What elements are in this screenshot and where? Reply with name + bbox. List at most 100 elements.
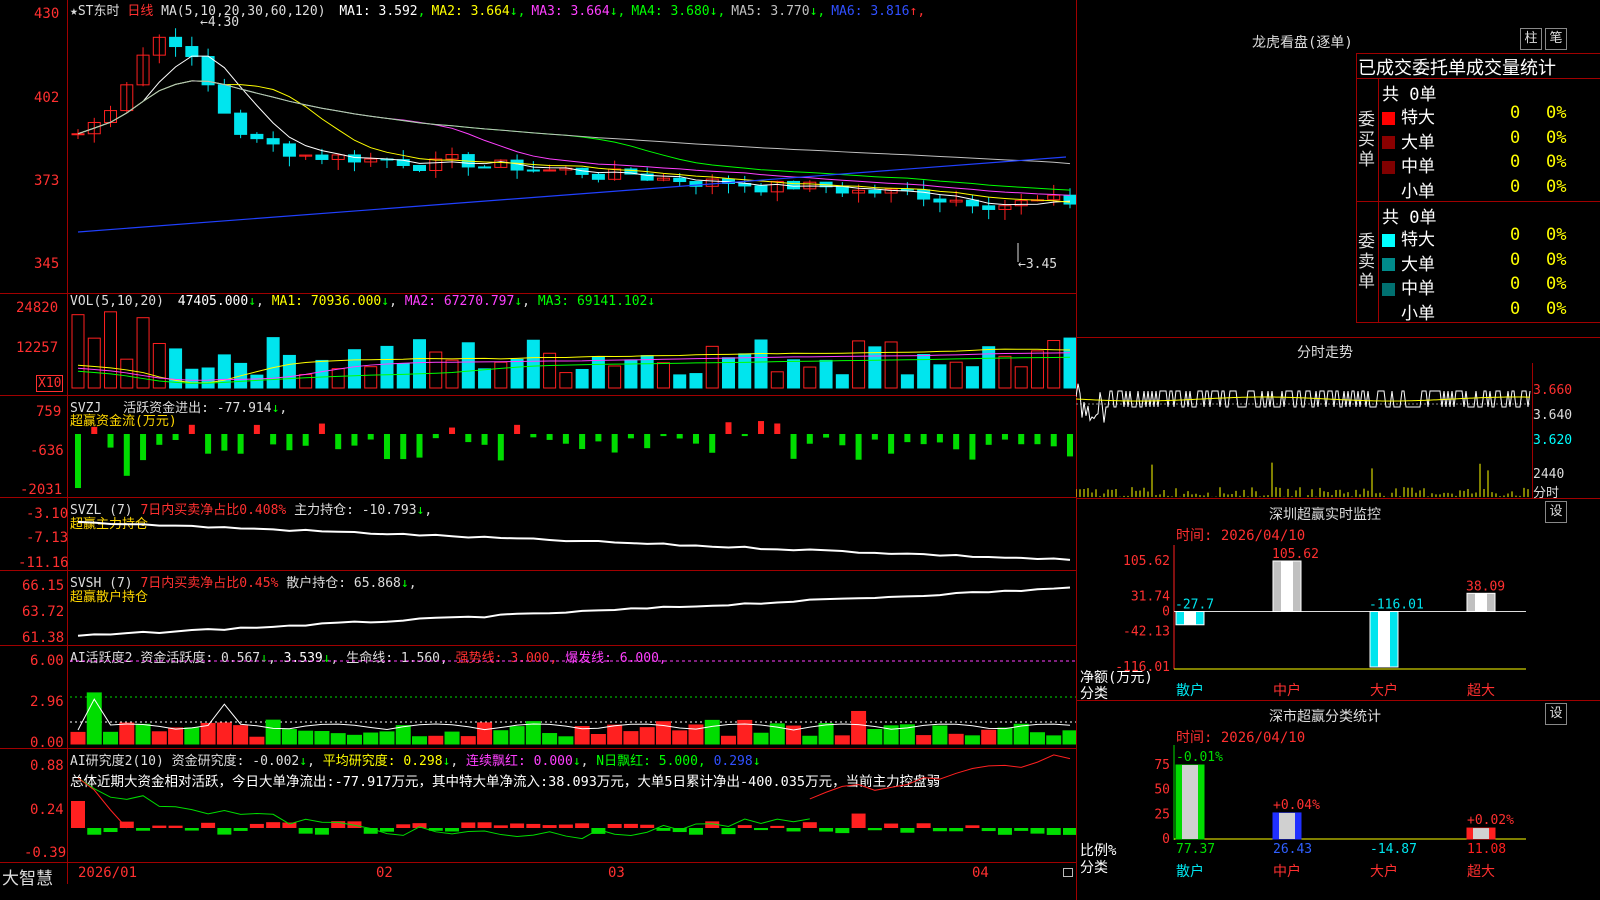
flow-bar — [449, 427, 456, 434]
color-swatch-icon — [1382, 111, 1395, 125]
activity-bar — [525, 721, 541, 745]
lhb-row: 小单 0 0% — [1382, 299, 1598, 324]
flow-bar — [286, 434, 293, 451]
flow-bar — [383, 434, 390, 460]
tick-view-button[interactable]: 笔 — [1545, 28, 1567, 50]
high-marker: ←4.30 — [200, 15, 239, 30]
research-bar — [136, 828, 151, 831]
research-bar — [1046, 828, 1061, 835]
row-count: 0 — [1510, 274, 1521, 294]
row-name: 大单 — [1401, 254, 1435, 275]
x-tick-label: 2026/01 — [78, 865, 138, 881]
row-count: 0 — [1510, 127, 1521, 148]
candle-body — [71, 133, 85, 136]
monitor-settings-button[interactable]: 设 — [1545, 501, 1567, 523]
activity-bar — [281, 729, 297, 745]
stat-settings-button[interactable]: 设 — [1545, 703, 1567, 725]
monitor-category-label: 散户 — [1176, 682, 1204, 699]
lhb-subtitle: 已成交委托单成交量统计 — [1358, 58, 1556, 79]
flow-bar — [253, 424, 260, 434]
volume-bar — [478, 368, 492, 389]
flow-bar — [741, 434, 748, 437]
flow-bar — [611, 434, 618, 453]
flow-bar — [806, 434, 813, 444]
main-holding-line — [77, 520, 1071, 561]
volume-bar — [689, 373, 703, 389]
candle-body — [217, 84, 231, 114]
monitor-time: 时间: 2026/04/10 — [1176, 528, 1306, 544]
activity-bar — [103, 731, 119, 745]
volume-bar — [315, 359, 329, 389]
fs-axis-label: 3.660 — [1533, 383, 1573, 398]
ma-line — [77, 55, 1071, 206]
activity-bar — [623, 731, 639, 745]
volume-bar — [965, 366, 979, 389]
bar-view-button[interactable]: 柱 — [1520, 28, 1542, 50]
flow-bar — [205, 434, 212, 454]
research-bar — [266, 822, 281, 828]
activity-bar — [119, 722, 135, 745]
research-bar — [152, 825, 167, 828]
color-swatch-icon — [1382, 258, 1395, 271]
research-bar — [477, 822, 492, 828]
stat-chart: 75 50 25 0 -0.01% 77.37 散户 +0.04% 26.43 中户 -14.87 大… — [1154, 745, 1526, 880]
sell-side-label: 委卖单 — [1358, 232, 1375, 292]
candle-body — [933, 198, 947, 203]
activity-bar — [964, 735, 980, 745]
activity-bar — [168, 727, 184, 745]
flow-bar — [465, 434, 472, 443]
candle-body — [282, 143, 296, 157]
stat-axis-label: 75 — [1154, 758, 1170, 773]
candle-body — [250, 133, 264, 140]
research-bar — [949, 828, 964, 832]
activity-bar — [493, 730, 509, 745]
research-bar — [737, 825, 752, 828]
candle-body — [185, 46, 199, 58]
flow-bar — [514, 424, 521, 434]
candle-body — [673, 177, 687, 183]
flow-bar — [107, 434, 114, 448]
flow-bar — [318, 423, 325, 434]
volume-bar — [591, 356, 605, 389]
activity-bar — [184, 727, 200, 745]
activity-bar — [542, 733, 558, 745]
research-bar — [802, 822, 817, 828]
activity-bar — [1029, 732, 1045, 745]
research-bar — [997, 828, 1012, 835]
row-name: 中单 — [1401, 279, 1435, 299]
stat-value-label: 77.37 — [1176, 842, 1215, 857]
volume-bar — [998, 355, 1012, 389]
fs-axis-label: 3.620 — [1533, 433, 1573, 448]
stat-value-label: 11.08 — [1467, 842, 1506, 857]
volume-bar — [526, 339, 540, 389]
research-bar — [656, 828, 671, 831]
research-bar — [379, 828, 394, 832]
volume-bar — [445, 359, 459, 389]
main-chart-area[interactable]: ←4.30 ←3.45 — [0, 0, 1076, 884]
flow-bar — [270, 434, 277, 445]
research-bar — [623, 823, 638, 828]
sep-fs — [1076, 498, 1600, 499]
fs-vol-axis: 2440 — [1533, 467, 1565, 482]
lhb-row: 小单 0 0% — [1382, 177, 1598, 202]
volume-bar — [71, 314, 85, 389]
sep-lhb — [1076, 337, 1600, 338]
activity-bar — [720, 735, 736, 745]
candle-body — [868, 189, 882, 194]
candle-body — [413, 164, 427, 171]
lock-icon[interactable] — [1063, 868, 1073, 877]
volume-bar — [770, 371, 784, 389]
row-count: 0 — [1510, 103, 1521, 123]
retail-holding-line — [77, 586, 1071, 637]
row-pct: 0% — [1546, 152, 1567, 172]
activity-bar — [1062, 730, 1076, 745]
row-name: 中单 — [1401, 157, 1435, 177]
research-line-head — [77, 777, 128, 829]
monitor-category-label: 大户 — [1370, 682, 1398, 699]
monitor-bar-highlight — [1184, 611, 1196, 625]
research-bar — [314, 828, 329, 835]
activity-bar — [444, 731, 460, 745]
flow-bar — [432, 434, 439, 439]
intraday-chart[interactable] — [1076, 363, 1532, 498]
monitor-chart: 105.62 31.740 -42.13 -116.01 -27.7 散户 105.62 中户… — [1115, 545, 1526, 699]
